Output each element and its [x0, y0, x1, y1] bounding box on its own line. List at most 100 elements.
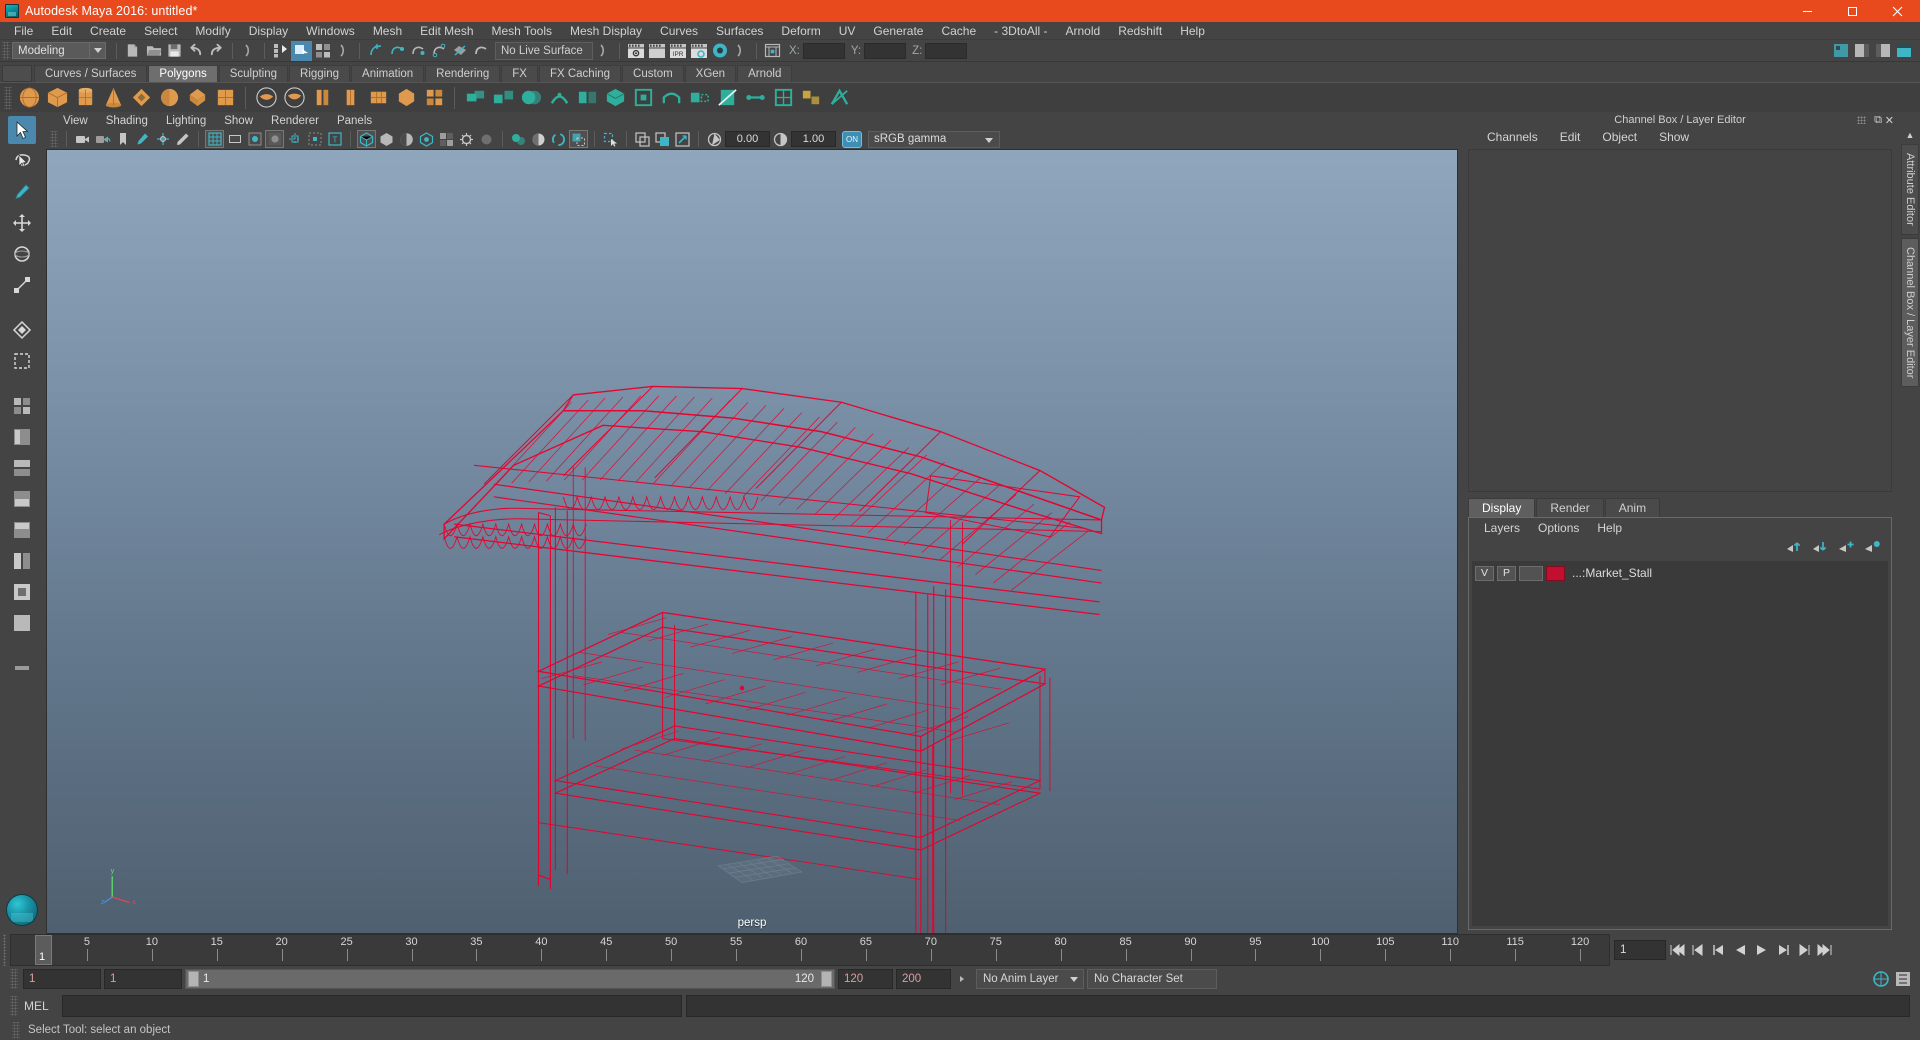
- persp-viewport[interactable]: persp y x z: [46, 149, 1458, 934]
- poly-sphere-icon[interactable]: [16, 85, 42, 111]
- paint-select-tool[interactable]: [8, 178, 36, 206]
- gamma-value-field[interactable]: 1.00: [791, 131, 836, 147]
- show-manipulator-tool[interactable]: [8, 347, 36, 375]
- menu-3dtoall[interactable]: - 3DtoAll -: [985, 22, 1056, 40]
- step-forward-frame-icon[interactable]: [1773, 940, 1792, 960]
- snap-to-grid-icon[interactable]: [365, 41, 386, 61]
- show-hide-modeling-toolkit-icon[interactable]: [1830, 41, 1851, 61]
- redo-icon[interactable]: [206, 41, 227, 61]
- select-by-component-icon[interactable]: [312, 41, 333, 61]
- command-language-label[interactable]: MEL: [24, 999, 58, 1013]
- step-back-keyframe-icon[interactable]: [1689, 940, 1708, 960]
- command-output-field[interactable]: [686, 995, 1910, 1017]
- play-forwards-icon[interactable]: [1752, 940, 1771, 960]
- command-line-gripper[interactable]: [10, 996, 18, 1016]
- vtab-channel-box-layer-editor[interactable]: Channel Box / Layer Editor: [1901, 237, 1919, 388]
- step-forward-keyframe-icon[interactable]: [1794, 940, 1813, 960]
- poly-gear-icon[interactable]: [365, 85, 391, 111]
- viewport-menu-show[interactable]: Show: [215, 115, 262, 127]
- poly-prism-icon[interactable]: [281, 85, 307, 111]
- menu-modify[interactable]: Modify: [186, 22, 239, 40]
- poly-pyramid-icon[interactable]: [253, 85, 279, 111]
- show-hide-attribute-editor-icon[interactable]: [1851, 41, 1872, 61]
- bridge-icon[interactable]: [658, 85, 684, 111]
- undo-icon[interactable]: [185, 41, 206, 61]
- new-layer-icon[interactable]: [1838, 540, 1855, 556]
- move-tool[interactable]: [8, 209, 36, 237]
- lighting-icon[interactable]: [437, 130, 456, 148]
- layer-color-swatch[interactable]: [1546, 565, 1565, 581]
- smooth-icon[interactable]: [546, 85, 572, 111]
- statusline-gripper[interactable]: [2, 41, 10, 60]
- save-scene-icon[interactable]: [164, 41, 185, 61]
- gamma-icon[interactable]: [771, 130, 790, 148]
- smooth-shade-icon[interactable]: [377, 130, 396, 148]
- append-polygon-icon[interactable]: [686, 85, 712, 111]
- layer-row-market-stall[interactable]: V P ...:Market_Stall: [1475, 564, 1885, 583]
- snap-to-curve-icon[interactable]: [386, 41, 407, 61]
- extrude-icon[interactable]: [602, 85, 628, 111]
- layer-menu-help[interactable]: Help: [1588, 521, 1631, 535]
- two-d-pan-zoom-icon[interactable]: [153, 130, 172, 148]
- shelf-tab-custom[interactable]: Custom: [622, 65, 684, 82]
- poly-plane-icon[interactable]: [156, 85, 182, 111]
- layer-tab-display[interactable]: Display: [1468, 497, 1536, 517]
- minimize-button[interactable]: [1785, 0, 1830, 22]
- no-manipulator-icon[interactable]: [601, 130, 620, 148]
- lasso-select-tool[interactable]: [8, 147, 36, 175]
- select-tool[interactable]: [8, 116, 36, 144]
- menu-create[interactable]: Create: [81, 22, 135, 40]
- poly-cylinder-icon[interactable]: [72, 85, 98, 111]
- viewport-menu-view[interactable]: View: [54, 115, 97, 127]
- animation-end-time-field[interactable]: 200: [896, 969, 951, 989]
- make-live-icon[interactable]: [470, 41, 491, 61]
- transform-z-field[interactable]: [925, 42, 968, 59]
- panel-zoom-icon[interactable]: [633, 130, 652, 148]
- poly-super-ellipse-icon[interactable]: [421, 85, 447, 111]
- play-backwards-icon[interactable]: [1731, 940, 1750, 960]
- quad-draw-icon[interactable]: [770, 85, 796, 111]
- render-current-frame-icon[interactable]: [646, 41, 667, 61]
- multi-cut-icon[interactable]: [714, 85, 740, 111]
- channelbox-menu-object[interactable]: Object: [1591, 130, 1648, 144]
- shelf-tab-rigging[interactable]: Rigging: [289, 65, 351, 82]
- image-plane-icon[interactable]: [133, 130, 152, 148]
- new-layer-from-selected-icon[interactable]: [1864, 540, 1881, 556]
- menu-deform[interactable]: Deform: [772, 22, 829, 40]
- live-surface-field[interactable]: No Live Surface: [495, 41, 593, 60]
- current-frame-field[interactable]: 1: [1614, 940, 1666, 960]
- shaded-wireframe-icon[interactable]: [397, 130, 416, 148]
- menu-file[interactable]: File: [5, 22, 42, 40]
- menu-arnold[interactable]: Arnold: [1057, 22, 1110, 40]
- poly-cube-icon[interactable]: [44, 85, 70, 111]
- layout-preset-two-pane[interactable]: [8, 454, 36, 482]
- menu-uv[interactable]: UV: [830, 22, 865, 40]
- viewport-toolbar-gripper[interactable]: [50, 131, 58, 147]
- field-chart-icon[interactable]: T: [325, 130, 344, 148]
- menu-curves[interactable]: Curves: [651, 22, 707, 40]
- layer-state-toggle[interactable]: [1519, 565, 1543, 581]
- range-slider-bar[interactable]: 1 120: [185, 969, 835, 989]
- hypershade-icon[interactable]: [709, 41, 730, 61]
- panel-copy-icon[interactable]: [653, 130, 672, 148]
- move-layer-up-icon[interactable]: [1786, 540, 1803, 556]
- poly-disc-icon[interactable]: [184, 85, 210, 111]
- animation-start-time-field[interactable]: 1: [23, 969, 101, 989]
- isolate-select-icon[interactable]: [569, 130, 588, 148]
- select-camera-icon[interactable]: [73, 130, 92, 148]
- safe-action-icon[interactable]: [305, 130, 324, 148]
- close-button[interactable]: [1875, 0, 1920, 22]
- grease-pencil-icon[interactable]: [173, 130, 192, 148]
- menu-mesh-tools[interactable]: Mesh Tools: [483, 22, 561, 40]
- command-input-field[interactable]: [62, 995, 682, 1017]
- layer-menu-options[interactable]: Options: [1529, 521, 1588, 535]
- vtab-attribute-editor[interactable]: Attribute Editor: [1901, 144, 1919, 235]
- time-slider-gripper[interactable]: [0, 934, 10, 966]
- separate-icon[interactable]: [490, 85, 516, 111]
- poly-pipe-icon[interactable]: [309, 85, 335, 111]
- ipr-render-icon[interactable]: IPR: [667, 41, 688, 61]
- bevel-icon[interactable]: [630, 85, 656, 111]
- shelf-tab-animation[interactable]: Animation: [351, 65, 425, 82]
- layout-preset-outliner-persp[interactable]: [8, 578, 36, 606]
- market-stall-wireframe-model[interactable]: [47, 150, 1457, 933]
